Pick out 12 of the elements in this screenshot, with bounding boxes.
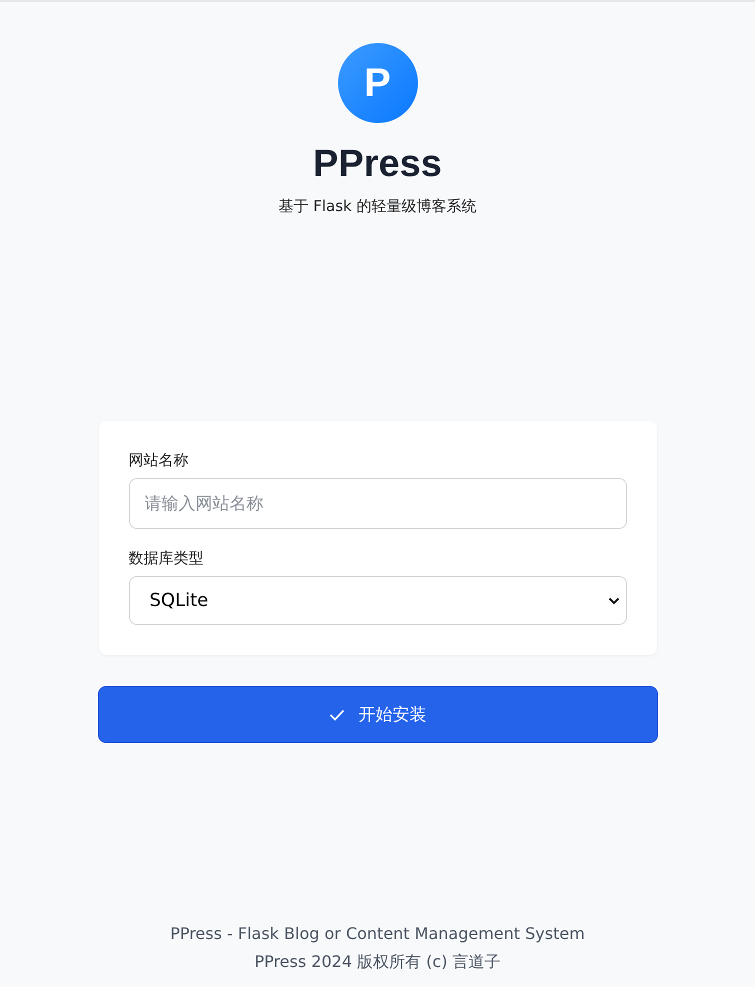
site-title: PPress [313,142,442,187]
chevron-down-icon [608,596,620,604]
logo-icon: P [338,43,418,123]
install-button[interactable]: 开始安装 [98,686,658,743]
footer-text: PPress 2024 版权所有 (c) 言道子 [254,952,501,973]
site-subtitle: 基于 Flask 的轻量级博客系统 [278,197,477,216]
field-label: 网站名称 [128,451,190,470]
field-label: 数据库类型 [128,549,204,568]
footer-text: PPress - Flask Blog or Content Management System [170,924,585,943]
check-icon [328,708,344,720]
input-field[interactable]: 请输入网站名称 [128,478,626,529]
select-field[interactable]: SQLite [128,576,626,625]
